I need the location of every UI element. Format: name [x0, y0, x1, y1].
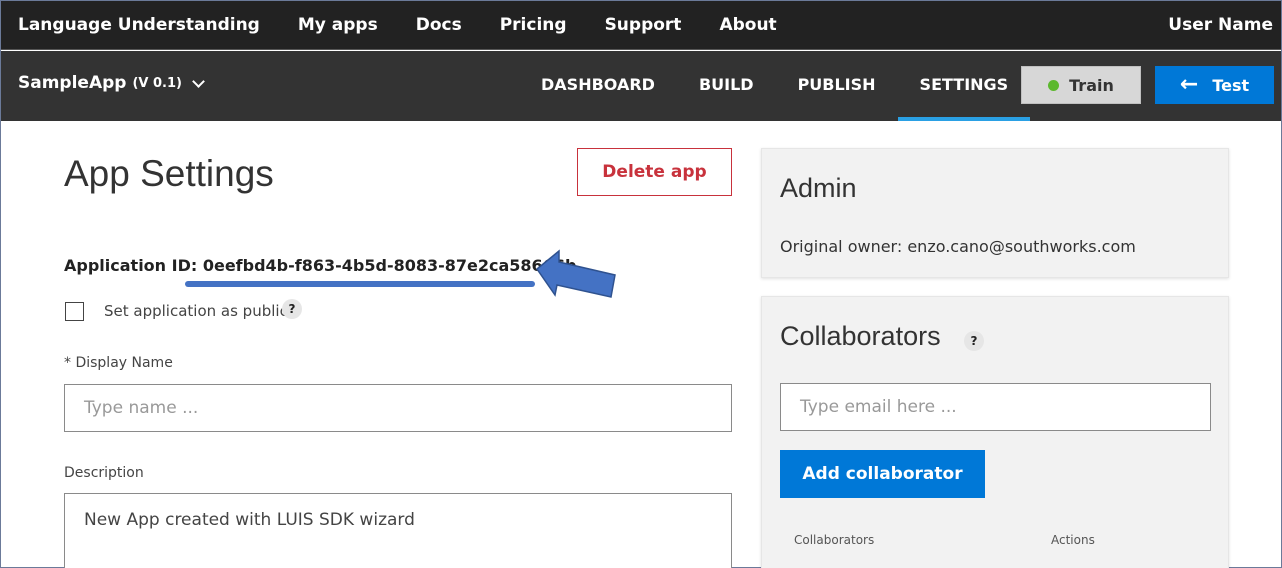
help-icon[interactable]: ?: [282, 299, 302, 319]
app-selector[interactable]: SampleApp (V 0.1): [18, 73, 205, 93]
nav-language-understanding[interactable]: Language Understanding: [1, 15, 279, 35]
app-tabs: DASHBOARD BUILD PUBLISH SETTINGS: [519, 51, 1030, 121]
status-dot-icon: [1048, 79, 1060, 91]
add-collaborator-button[interactable]: Add collaborator: [780, 450, 985, 498]
tab-dashboard[interactable]: DASHBOARD: [519, 51, 677, 121]
delete-app-button[interactable]: Delete app: [577, 148, 732, 196]
app-bar: SampleApp (V 0.1) DASHBOARD BUILD PUBLIS…: [1, 51, 1281, 121]
annotation-underline: [185, 281, 535, 287]
test-label: Test: [1212, 75, 1250, 95]
page-title: App Settings: [64, 153, 274, 194]
description-textarea[interactable]: New App created with LUIS SDK wizard: [64, 493, 732, 568]
nav-support[interactable]: Support: [586, 15, 701, 35]
chevron-down-icon: [192, 74, 205, 88]
admin-title: Admin: [780, 173, 857, 203]
collaborator-email-input[interactable]: Type email here ...: [780, 383, 1211, 431]
tab-settings[interactable]: SETTINGS: [897, 51, 1031, 121]
arrow-left-icon: ←: [1179, 72, 1199, 97]
admin-panel: Admin Original owner: enzo.cano@southwor…: [761, 148, 1229, 278]
annotation-arrow-icon: [535, 249, 616, 298]
public-label: Set application as public: [104, 302, 288, 320]
train-label: Train: [1069, 75, 1114, 95]
display-name-input[interactable]: Type name ...: [64, 384, 732, 432]
column-header-actions: Actions: [1051, 533, 1095, 547]
tab-publish[interactable]: PUBLISH: [776, 51, 898, 121]
collaborators-title: Collaborators: [780, 321, 941, 351]
display-name-label: * Display Name: [64, 355, 173, 371]
application-id: Application ID: 0eefbd4b-f863-4b5d-8083-…: [64, 256, 576, 275]
nav-pricing[interactable]: Pricing: [481, 15, 586, 35]
description-label: Description: [64, 465, 144, 481]
train-button[interactable]: Train: [1021, 66, 1141, 104]
nav-about[interactable]: About: [700, 15, 795, 35]
app-version: (V 0.1): [132, 75, 182, 91]
help-icon[interactable]: ?: [964, 331, 984, 351]
user-name-menu[interactable]: User Name: [1168, 15, 1281, 35]
collaborators-panel: Collaborators ? Type email here ... Add …: [761, 296, 1229, 568]
application-id-value: 0eefbd4b-f863-4b5d-8083-87e2ca58666b: [202, 256, 577, 275]
public-checkbox[interactable]: [65, 302, 84, 321]
top-nav: Language Understanding My apps Docs Pric…: [1, 1, 1281, 50]
nav-my-apps[interactable]: My apps: [279, 15, 397, 35]
app-name: SampleApp: [18, 73, 127, 93]
original-owner: Original owner: enzo.cano@southworks.com: [780, 237, 1136, 256]
application-id-label: Application ID:: [64, 256, 198, 275]
column-header-collaborators: Collaborators: [794, 533, 875, 547]
nav-docs[interactable]: Docs: [397, 15, 481, 35]
test-button[interactable]: ← Test: [1155, 66, 1274, 104]
tab-build[interactable]: BUILD: [677, 51, 776, 121]
